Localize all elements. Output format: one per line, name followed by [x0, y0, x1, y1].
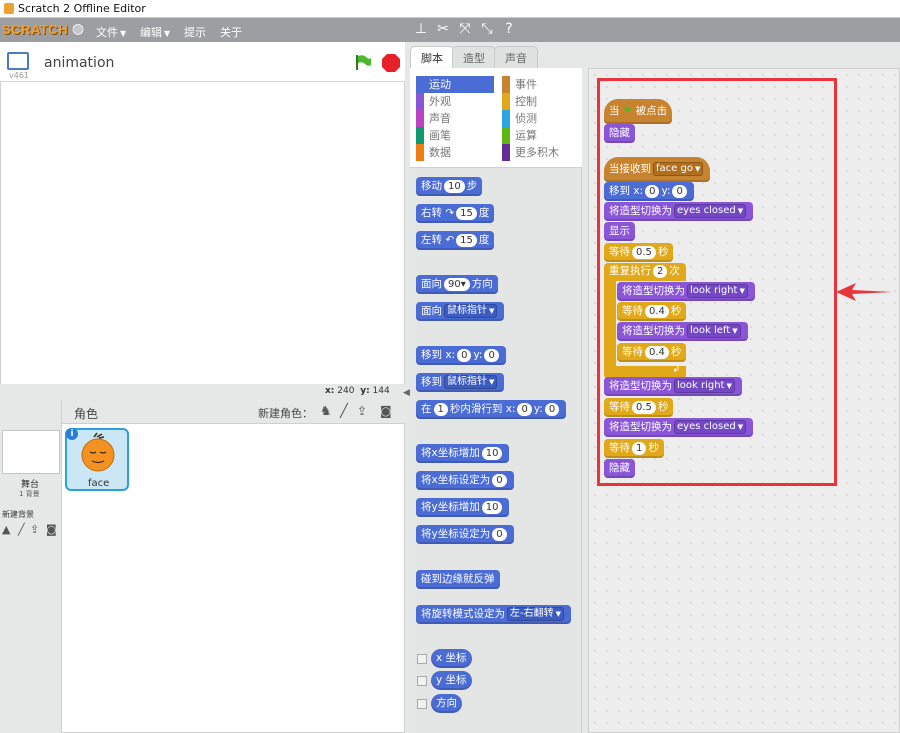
palette-goto-xy-block[interactable]: 移到 x: 0 y: 0: [416, 346, 506, 365]
sprites-title: 角色: [74, 407, 99, 421]
rotate-ccw-icon: ↶: [445, 234, 455, 246]
category-motion[interactable]: 运动: [416, 76, 494, 93]
category-events[interactable]: 事件: [502, 76, 580, 93]
red-highlight-box: [597, 78, 837, 486]
stop-sign-icon[interactable]: [381, 53, 401, 73]
y-position-checkbox[interactable]: [417, 676, 427, 686]
stage-footer: x: 240 y: 144: [0, 384, 405, 400]
menu-edit[interactable]: 编辑 ▼: [140, 24, 170, 40]
help-icon[interactable]: ?: [501, 21, 517, 37]
category-pen[interactable]: 画笔: [416, 127, 494, 144]
category-looks[interactable]: 外观: [416, 93, 494, 110]
palette-y-position-reporter[interactable]: y 坐标: [431, 671, 472, 690]
upload-icon[interactable]: ⇪: [357, 404, 367, 418]
tab-sounds[interactable]: 声音: [494, 46, 538, 68]
x-coord-label: x:: [325, 386, 335, 396]
palette-set-y-block[interactable]: 将y坐标设定为 0: [416, 525, 514, 544]
title-bar: Scratch 2 Offline Editor: [0, 0, 900, 18]
duplicate-stamp-icon[interactable]: ⊥: [413, 21, 429, 37]
new-sprite-label: 新建角色：: [258, 407, 313, 420]
backdrop-camera-icon[interactable]: ◙: [46, 523, 57, 536]
camera-icon[interactable]: ◙: [380, 404, 392, 418]
palette-bounce-block[interactable]: 碰到边缘就反弹: [416, 570, 500, 589]
info-icon[interactable]: i: [66, 428, 78, 440]
menu-about[interactable]: 关于: [220, 24, 242, 40]
palette-glide-block[interactable]: 在 1 秒内滑行到 x: 0 y: 0: [416, 400, 567, 419]
fullscreen-icon[interactable]: [7, 52, 29, 70]
new-backdrop-label: 新建背景: [2, 510, 34, 519]
red-arrow-icon: [836, 283, 892, 301]
scratch-logo[interactable]: SCRATCH: [2, 22, 68, 37]
direction-checkbox[interactable]: [417, 699, 427, 709]
x-position-checkbox[interactable]: [417, 654, 427, 664]
backdrop-upload-icon[interactable]: ⇪: [30, 523, 39, 536]
green-flag-icon[interactable]: [354, 53, 372, 71]
rotate-cw-icon: ↷: [445, 207, 455, 219]
stage-thumbnail[interactable]: [2, 430, 60, 474]
version-label: v461: [9, 71, 30, 80]
app-icon: [4, 3, 14, 14]
palette-x-position-reporter[interactable]: x 坐标: [431, 649, 472, 668]
y-coord-label: y:: [360, 386, 370, 396]
palette-set-x-block[interactable]: 将x坐标设定为 0: [416, 471, 514, 490]
palette-turn-left-block[interactable]: 左转 ↶ 15 度: [416, 231, 495, 250]
palette-rotation-style-block[interactable]: 将旋转模式设定为 左-右翻转 ▼: [416, 605, 571, 624]
menu-tips[interactable]: 提示: [184, 24, 206, 40]
palette-point-direction-block[interactable]: 面向 90▾ 方向: [416, 275, 498, 294]
collapse-arrow-icon[interactable]: ◀: [403, 388, 410, 398]
tab-costumes[interactable]: 造型: [452, 46, 496, 68]
backdrop-paint-icon[interactable]: ╱: [18, 523, 25, 536]
x-coord-value: 240: [337, 386, 355, 396]
project-name[interactable]: animation: [44, 55, 114, 71]
window-title: Scratch 2 Offline Editor: [18, 2, 146, 15]
paint-brush-icon[interactable]: ╱: [340, 404, 348, 419]
stage-canvas[interactable]: [0, 82, 405, 384]
tab-scripts[interactable]: 脚本: [410, 46, 454, 68]
category-data[interactable]: 数据: [416, 144, 494, 161]
backdrop-library-icon[interactable]: ▲: [2, 523, 10, 536]
menu-file[interactable]: 文件 ▼: [96, 24, 126, 40]
backdrop-count: 1 背景: [19, 490, 40, 498]
palette-turn-right-block[interactable]: 右转 ↷ 15 度: [416, 204, 495, 223]
shrink-icon[interactable]: ⤡: [479, 21, 495, 37]
category-sound[interactable]: 声音: [416, 110, 494, 127]
sprite-library-icon[interactable]: ♞: [320, 404, 332, 419]
palette-move-block[interactable]: 移动 10 步: [416, 177, 483, 196]
sprite-name: face: [88, 478, 110, 489]
palette-goto-block[interactable]: 移到 鼠标指针 ▼: [416, 373, 505, 392]
palette-direction-reporter[interactable]: 方向: [431, 694, 462, 713]
cut-scissors-icon[interactable]: ✂: [435, 21, 451, 37]
category-control[interactable]: 控制: [502, 93, 580, 110]
category-list: 运动 外观 声音 画笔 数据 事件 控制 侦测 运算 更多积木: [410, 68, 582, 168]
palette-point-towards-block[interactable]: 面向 鼠标指针 ▼: [416, 302, 505, 321]
y-coord-value: 144: [372, 386, 390, 396]
orange-face-sprite[interactable]: [78, 431, 118, 475]
grow-icon[interactable]: ⤧: [457, 21, 473, 37]
sprite-header: [62, 400, 405, 424]
category-operators[interactable]: 运算: [502, 127, 580, 144]
category-sensing[interactable]: 侦测: [502, 110, 580, 127]
category-more-blocks[interactable]: 更多积木: [502, 144, 580, 161]
palette-change-x-block[interactable]: 将x坐标增加 10: [416, 444, 510, 463]
palette-change-y-block[interactable]: 将y坐标增加 10: [416, 498, 510, 517]
globe-icon[interactable]: ◍: [70, 21, 86, 37]
